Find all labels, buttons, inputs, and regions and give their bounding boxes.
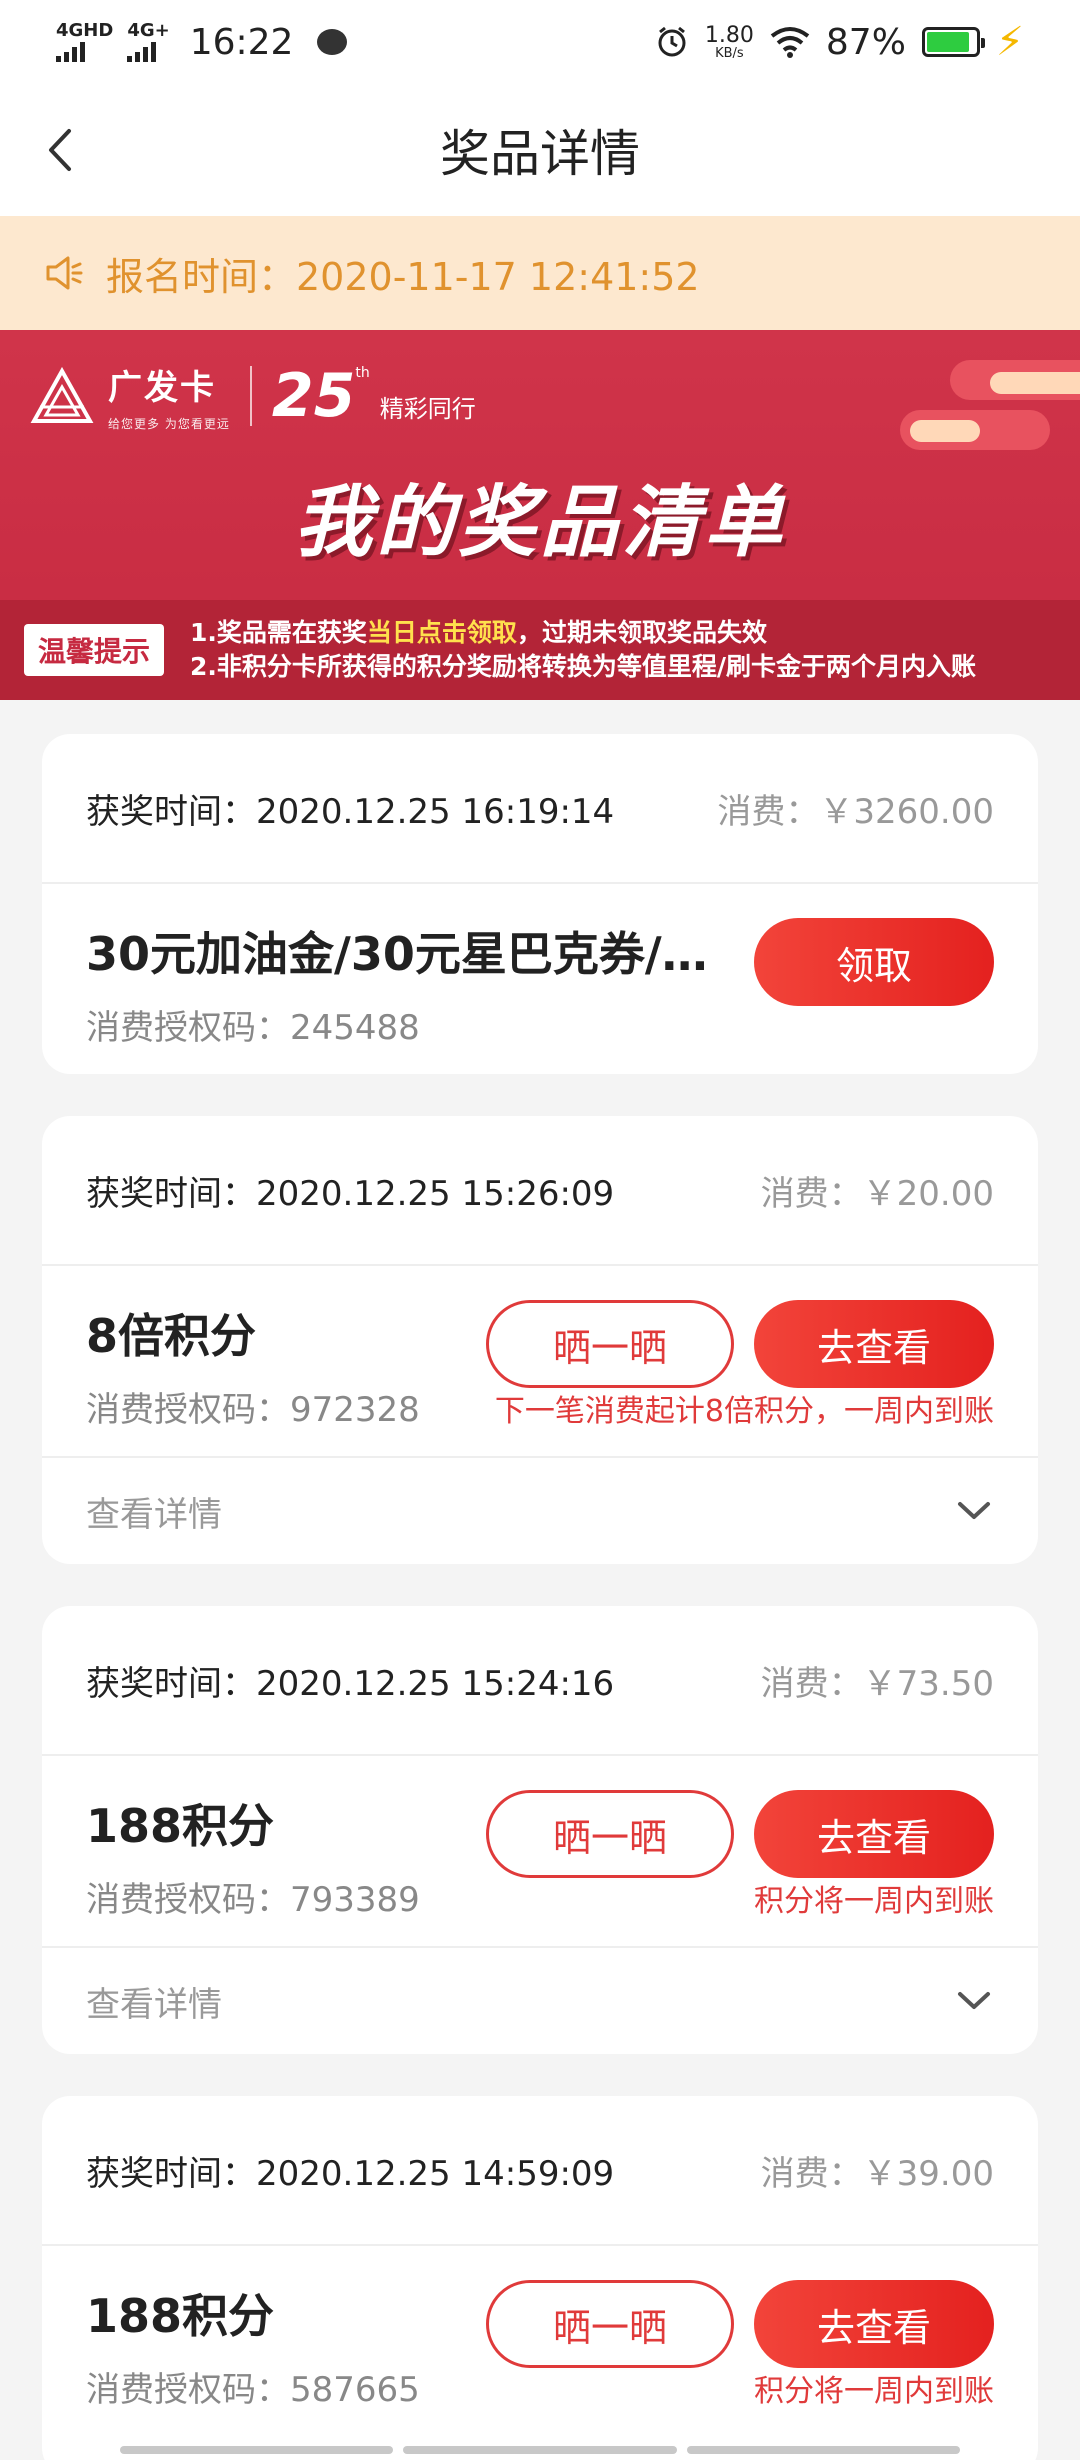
card-body: 188积分 消费授权码：587665 晒一晒 去查看 积分将一周内到账 xyxy=(42,2246,1038,2436)
wifi-icon xyxy=(770,27,810,58)
prize-note: 下一笔消费起计8倍积分，一周内到账 xyxy=(494,1394,994,1429)
tip1-prefix: 1.奖品需在获奖 xyxy=(190,618,367,648)
view-details-label: 查看详情 xyxy=(86,1494,222,1535)
auth-code: 消费授权码：245488 xyxy=(86,1008,420,1048)
prize-card: 获奖时间：2020.12.25 15:26:09 消费：￥20.00 8倍积分 … xyxy=(42,1116,1038,1564)
claim-button[interactable]: 领取 xyxy=(754,918,994,1006)
chevron-down-icon xyxy=(954,1981,994,2021)
tip-line-1: 1.奖品需在获奖当日点击领取，过期未领取奖品失效 xyxy=(190,616,976,650)
share-button[interactable]: 晒一晒 xyxy=(486,2280,734,2368)
status-right: 1.80 KB/s 87% ⚡ xyxy=(655,19,1024,65)
decorative-cloud xyxy=(900,360,1080,450)
win-time: 获奖时间：2020.12.25 15:26:09 xyxy=(86,1173,615,1214)
win-time: 获奖时间：2020.12.25 16:19:14 xyxy=(86,791,615,832)
chevron-down-icon xyxy=(954,1491,994,1531)
prize-name: 30元加油金/30元星巴克券/… xyxy=(86,927,708,981)
net-speed-value: 1.80 xyxy=(704,22,754,48)
anniversary-text: 精彩同行 xyxy=(379,394,476,423)
auth-code: 消费授权码：793389 xyxy=(86,1880,420,1920)
back-button[interactable] xyxy=(30,118,90,182)
prize-name: 188积分 xyxy=(86,1799,275,1853)
tip-line-2: 2.非积分卡所获得的积分奖励将转换为等值里程/刷卡金于两个月内入账 xyxy=(190,652,977,681)
share-button[interactable]: 晒一晒 xyxy=(486,1790,734,1878)
card-body: 188积分 消费授权码：793389 晒一晒 去查看 积分将一周内到账 xyxy=(42,1756,1038,1946)
card-body: 30元加油金/30元星巴克券/… 消费授权码：245488 领取 xyxy=(42,884,1038,1074)
spend-amount: 消费：￥20.00 xyxy=(760,1173,994,1214)
spend-amount: 消费：￥3260.00 xyxy=(717,791,994,832)
scroll-indicator xyxy=(120,2446,960,2454)
spend-amount: 消费：￥39.00 xyxy=(760,2153,994,2194)
card-header: 获奖时间：2020.12.25 15:24:16 消费：￥73.50 xyxy=(42,1606,1038,1756)
network-indicator-1: 4GHD xyxy=(56,22,113,62)
prize-list-banner: 广发卡 给您更多 为您看更远 25 th 精彩同行 我的奖品清单 温馨提示 1.… xyxy=(0,330,1080,700)
win-time: 获奖时间：2020.12.25 15:24:16 xyxy=(86,1663,615,1704)
prize-name: 188积分 xyxy=(86,2289,275,2343)
back-arrow-icon xyxy=(49,129,71,171)
net-speed-unit: KB/s xyxy=(715,45,744,61)
tip1-suffix: ，过期未领取奖品失效 xyxy=(516,618,767,648)
card-header: 获奖时间：2020.12.25 15:26:09 消费：￥20.00 xyxy=(42,1116,1038,1266)
tip1-highlight: 当日点击领取 xyxy=(366,618,517,648)
nav-header: 奖品详情 xyxy=(0,84,1080,216)
network-label-1: 4GHD xyxy=(56,20,114,41)
status-time: 16:22 xyxy=(189,21,294,63)
battery-fill xyxy=(926,32,969,52)
brand-triangle-icon xyxy=(30,367,94,423)
win-time: 获奖时间：2020.12.25 14:59:09 xyxy=(86,2153,615,2194)
view-details-label: 查看详情 xyxy=(86,1984,222,2025)
anniversary-mark: 25 th 精彩同行 xyxy=(272,361,476,431)
prize-note: 积分将一周内到账 xyxy=(754,1884,994,1919)
tips-text: 1.奖品需在获奖当日点击领取，过期未领取奖品失效 2.非积分卡所获得的积分奖励将… xyxy=(190,616,976,684)
card-body: 8倍积分 消费授权码：972328 晒一晒 去查看 下一笔消费起计8倍积分，一周… xyxy=(42,1266,1038,1456)
prize-name: 8倍积分 xyxy=(86,1309,257,1363)
charging-icon: ⚡ xyxy=(995,19,1024,65)
status-left: 4GHD 4G+ 16:22 xyxy=(56,20,348,63)
network-label-2: 4G+ xyxy=(127,20,170,41)
alarm-icon xyxy=(658,26,686,57)
prize-note: 积分将一周内到账 xyxy=(754,2374,994,2409)
signal-icon xyxy=(56,40,113,62)
view-button[interactable]: 去查看 xyxy=(754,1300,994,1388)
brand-slogan: 给您更多 为您看更远 xyxy=(108,417,230,431)
tips-strip: 温馨提示 1.奖品需在获奖当日点击领取，过期未领取奖品失效 2.非积分卡所获得的… xyxy=(0,600,1080,700)
prize-card: 获奖时间：2020.12.25 16:19:14 消费：￥3260.00 30元… xyxy=(42,734,1038,1074)
auth-code: 消费授权码：972328 xyxy=(86,1390,420,1430)
brand-text: 广发卡 给您更多 为您看更远 xyxy=(108,360,230,432)
brand-logo: 广发卡 给您更多 为您看更远 25 th 精彩同行 xyxy=(30,360,476,432)
prize-card: 获奖时间：2020.12.25 14:59:09 消费：￥39.00 188积分… xyxy=(42,2096,1038,2460)
card-header: 获奖时间：2020.12.25 16:19:14 消费：￥3260.00 xyxy=(42,734,1038,884)
view-details-row[interactable]: 查看详情 xyxy=(42,1946,1038,2054)
battery-percent: 87% xyxy=(825,21,906,63)
brand-name: 广发卡 xyxy=(108,368,216,408)
speaker-icon xyxy=(46,256,83,290)
signup-time-text: 报名时间：2020-11-17 12:41:52 xyxy=(106,254,700,299)
network-indicator-2: 4G+ xyxy=(127,20,170,62)
tips-badge: 温馨提示 xyxy=(24,624,165,676)
spend-amount: 消费：￥73.50 xyxy=(760,1663,994,1704)
auth-code: 消费授权码：587665 xyxy=(86,2370,420,2410)
prize-card: 获奖时间：2020.12.25 15:24:16 消费：￥73.50 188积分… xyxy=(42,1606,1038,2054)
signup-time-notice: 报名时间：2020-11-17 12:41:52 xyxy=(0,216,1080,330)
card-header: 获奖时间：2020.12.25 14:59:09 消费：￥39.00 xyxy=(42,2096,1038,2246)
logo-divider xyxy=(249,366,252,426)
signal-icon xyxy=(127,40,169,62)
share-button[interactable]: 晒一晒 xyxy=(486,1300,734,1388)
status-bar: 4GHD 4G+ 16:22 1.80 KB/s 87% ⚡ xyxy=(0,0,1080,84)
banner-title: 我的奖品清单 xyxy=(293,478,786,568)
anniversary-number: 25 xyxy=(271,361,356,431)
view-button[interactable]: 去查看 xyxy=(754,1790,994,1878)
message-icon xyxy=(317,29,348,55)
page-title: 奖品详情 xyxy=(440,125,640,183)
net-speed: 1.80 KB/s xyxy=(704,22,754,61)
view-details-row[interactable]: 查看详情 xyxy=(42,1456,1038,1564)
anniversary-suffix: th xyxy=(355,365,370,381)
view-button[interactable]: 去查看 xyxy=(754,2280,994,2368)
battery-icon xyxy=(921,27,985,57)
